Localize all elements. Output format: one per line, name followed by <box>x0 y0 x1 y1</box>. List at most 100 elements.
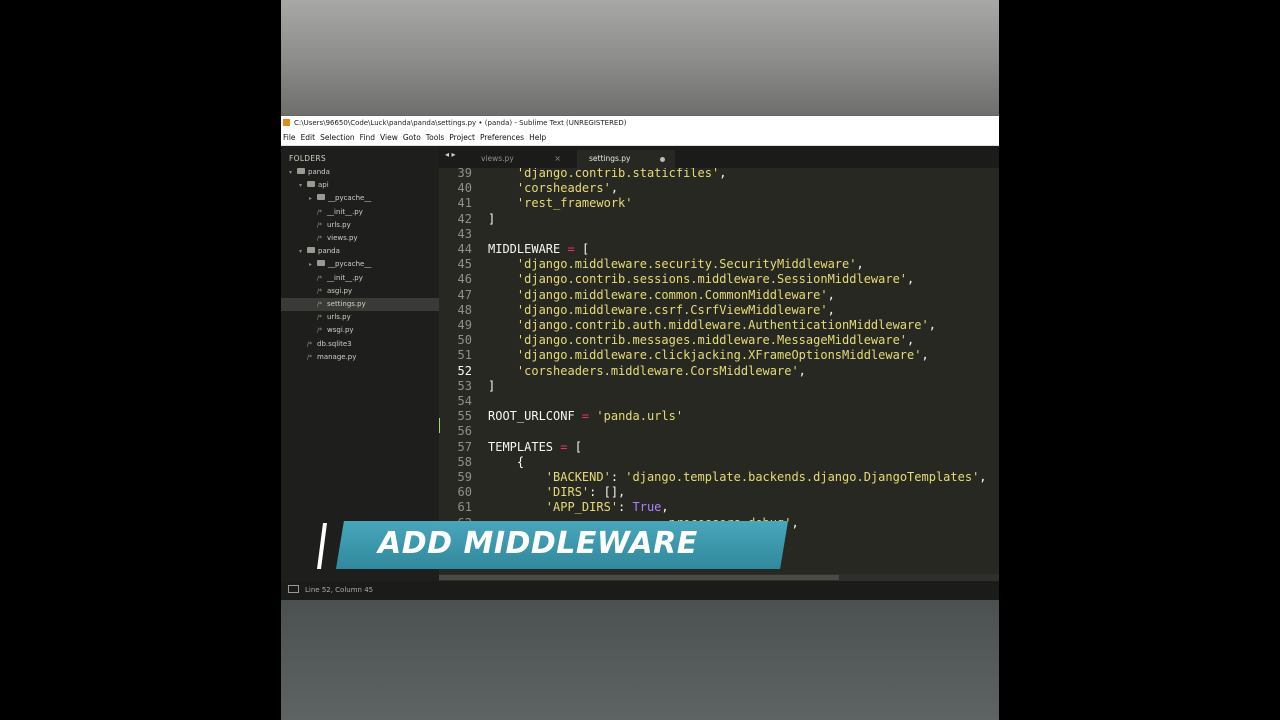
cursor-position: Line 52, Column 45 <box>305 586 374 594</box>
line-number: 42 <box>457 211 472 226</box>
sidebar-item-label: manage.py <box>317 352 357 361</box>
code-token: = <box>567 242 575 256</box>
tab-bar: ◂ ▸ views.py × settings.py <box>439 146 999 168</box>
line-number: 44 <box>457 242 472 256</box>
sidebar-item-manage-py[interactable]: /* manage.py <box>281 351 356 364</box>
code-text: 'BACKEND': 'django.template.backends.dja… <box>488 470 987 485</box>
sidebar-item-urls-py[interactable]: /* urls.py <box>281 219 351 232</box>
line-number: 56 <box>457 424 472 439</box>
code-text: 'django.middleware.clickjacking.XFrameOp… <box>488 348 929 363</box>
sidebar: FOLDERS ▾ panda ▾ api ▸ __pycache__ /* __init__… <box>281 146 467 581</box>
menu-find[interactable]: Find <box>360 133 375 142</box>
sidebar-item-panda[interactable]: ▾ panda <box>281 166 330 179</box>
sidebar-item-pycache[interactable]: ▸ __pycache__ <box>281 258 371 271</box>
code-text: 'django.middleware.security.SecurityMidd… <box>488 257 864 272</box>
code-token: , <box>791 515 799 530</box>
line-number: 45 <box>457 257 472 272</box>
sidebar-item-urls-py[interactable]: /* urls.py <box>281 311 351 324</box>
file-icon: /* <box>317 235 323 242</box>
tab-label: settings.py <box>589 154 631 163</box>
menu-selection[interactable]: Selection <box>320 133 355 142</box>
menu-bar: File Edit Selection Find View Goto Tools Projec… <box>281 131 999 146</box>
sidebar-item-label: __init__.py <box>327 207 363 216</box>
sidebar-item-label: panda <box>318 247 340 256</box>
horizontal-scrollbar[interactable] <box>439 574 999 581</box>
menu-preferences[interactable]: Preferences <box>480 133 524 142</box>
code-text: MIDDLEWARE = [ <box>488 242 589 257</box>
file-icon: /* <box>317 221 323 229</box>
panel-toggle-icon[interactable] <box>288 585 299 593</box>
scroll-thumb[interactable] <box>439 575 839 580</box>
folder-icon <box>307 247 315 254</box>
menu-view[interactable]: View <box>380 133 398 142</box>
sidebar-item-views-py[interactable]: /* views.py <box>281 232 358 245</box>
line-number: 48 <box>457 302 472 317</box>
line-number: 39 <box>457 168 472 180</box>
file-icon: /* <box>317 208 323 216</box>
sidebar-item-db-sqlite3[interactable]: /* db.sqlite3 <box>281 338 352 351</box>
code-text: { <box>488 455 524 470</box>
code-token: , <box>979 470 987 484</box>
sidebar-item-pycache[interactable]: ▸ __pycache__ <box>281 192 371 205</box>
menu-tools[interactable]: Tools <box>426 133 444 142</box>
unsaved-dot-icon[interactable] <box>660 157 665 162</box>
code-token: 'panda.urls' <box>596 409 684 424</box>
file-icon: /* <box>317 301 323 308</box>
sidebar-item-init-py[interactable]: /* __init__.py <box>281 206 363 219</box>
sidebar-item-panda[interactable]: ▾ panda <box>281 245 340 258</box>
file-icon: /* <box>317 274 323 282</box>
banner-text: ADD MIDDLEWARE <box>378 526 698 561</box>
file-icon: /* <box>307 353 313 361</box>
line-number: 54 <box>457 394 472 408</box>
code-token: TEMPLATES <box>488 439 561 454</box>
code-token: 'corsheaders.middleware.CorsMiddleware' <box>516 363 799 378</box>
line-number: 40 <box>457 181 472 196</box>
title-bar: C:\Users\96650\Code\Luck\panda\panda\set… <box>281 116 999 131</box>
tab-views-py[interactable]: views.py × <box>469 150 569 168</box>
sidebar-item-init-py[interactable]: /* __init__.py <box>281 272 363 285</box>
sidebar-item-label: urls.py <box>327 220 351 229</box>
code-token: 'django.contrib.messages.middleware.Mess… <box>516 333 908 348</box>
code-editor[interactable]: 39 'django.contrib.staticfiles', 40 'cors… <box>439 168 999 574</box>
line-number: 53 <box>457 378 472 393</box>
menu-project[interactable]: Project <box>449 133 475 142</box>
code-text: 'rest_framework' <box>488 196 633 211</box>
menu-edit[interactable]: Edit <box>301 133 316 142</box>
code-token: 'corsheaders' <box>516 181 611 196</box>
sidebar-item-asgi-py[interactable]: /* asgi.py <box>281 285 352 298</box>
sidebar-item-label: urls.py <box>327 313 351 322</box>
sidebar-item-api[interactable]: ▾ api <box>281 179 329 192</box>
menu-file[interactable]: File <box>283 133 296 142</box>
code-text: TEMPLATES = [ <box>488 440 582 455</box>
menu-help[interactable]: Help <box>529 133 546 142</box>
sidebar-item-label: __pycache__ <box>328 260 372 269</box>
code-text: 'django.contrib.messages.middleware.Mess… <box>488 333 914 348</box>
code-token: 'BACKEND' <box>545 470 611 484</box>
sidebar-item-label: settings.py <box>327 300 366 308</box>
file-icon: /* <box>317 287 323 295</box>
tab-settings-py[interactable]: settings.py <box>577 150 675 168</box>
sidebar-item-label: db.sqlite3 <box>317 339 352 348</box>
file-icon: /* <box>317 327 323 335</box>
code-token: 'DIRS' <box>545 485 590 500</box>
code-token: [ <box>567 439 582 454</box>
code-token: : [], <box>589 485 626 500</box>
folder-icon <box>317 260 325 267</box>
code-token: , <box>661 500 669 515</box>
tab-close-icon[interactable]: × <box>554 150 561 168</box>
sidebar-item-wsgi-py[interactable]: /* wsgi.py <box>281 324 354 337</box>
sidebar-item-label: __pycache__ <box>328 194 372 203</box>
code-token: [ <box>574 242 590 256</box>
code-token: , <box>921 348 929 363</box>
menu-goto[interactable]: Goto <box>403 133 421 142</box>
expand-arrow-icon: ▸ <box>309 195 313 203</box>
status-bar: Line 52, Column 45 <box>281 581 999 600</box>
line-number: 47 <box>457 287 472 302</box>
tab-nav-arrows[interactable]: ◂ ▸ <box>445 150 456 159</box>
